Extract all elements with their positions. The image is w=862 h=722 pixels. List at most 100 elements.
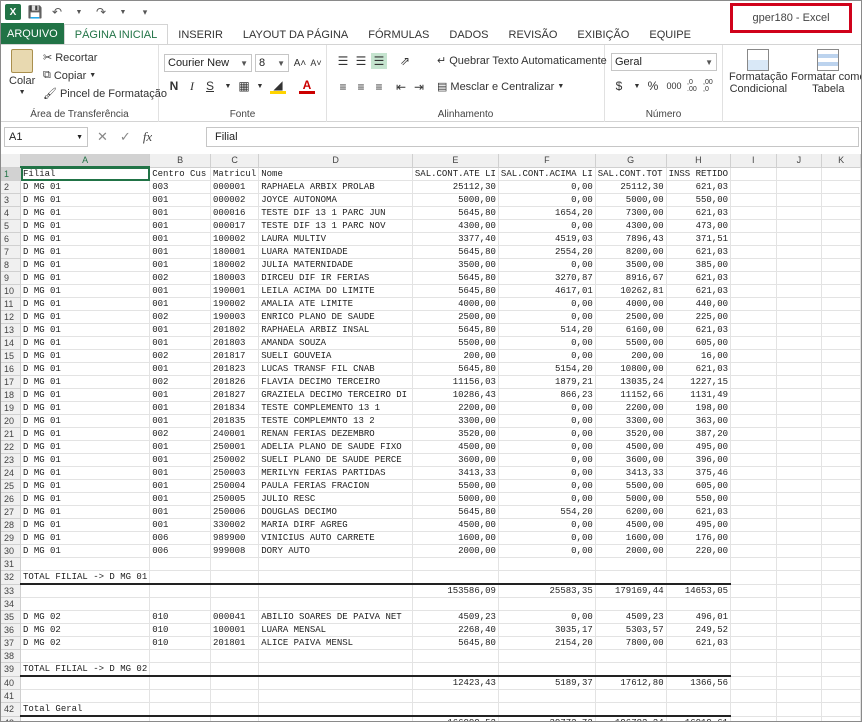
- cell[interactable]: 621,03: [666, 323, 732, 337]
- cell[interactable]: [730, 544, 777, 558]
- cell[interactable]: [821, 531, 861, 545]
- cell[interactable]: [776, 440, 823, 454]
- cell[interactable]: D MG 01: [20, 427, 151, 441]
- cell[interactable]: 002: [149, 271, 212, 285]
- cell[interactable]: 001: [149, 219, 212, 233]
- cell[interactable]: 0,00: [498, 414, 596, 428]
- row-header[interactable]: 35: [1, 610, 22, 624]
- cell[interactable]: [776, 323, 823, 337]
- cell[interactable]: [595, 662, 667, 677]
- cell[interactable]: [776, 570, 823, 585]
- cell[interactable]: D MG 01: [20, 349, 151, 363]
- cell[interactable]: INSS RETIDO: [666, 167, 732, 181]
- cell[interactable]: 4500,00: [412, 440, 499, 454]
- cell[interactable]: 201835: [210, 414, 260, 428]
- cell[interactable]: D MG 01: [20, 258, 151, 272]
- cell[interactable]: 0,00: [498, 336, 596, 350]
- cell[interactable]: 006: [149, 531, 212, 545]
- cell[interactable]: [776, 297, 823, 311]
- align-bottom-icon[interactable]: ☰: [371, 53, 387, 69]
- cell[interactable]: [730, 505, 777, 519]
- cell[interactable]: D MG 01: [20, 531, 151, 545]
- cell[interactable]: 4509,23: [412, 610, 499, 624]
- cell[interactable]: 2500,00: [412, 310, 499, 324]
- cell[interactable]: 001: [149, 518, 212, 532]
- format-painter-button[interactable]: 🖌 Pincel de Formatação: [43, 87, 167, 101]
- cell[interactable]: 14653,05: [666, 583, 732, 598]
- cell[interactable]: Centro Cus: [149, 167, 212, 181]
- cell[interactable]: 13035,24: [595, 375, 667, 389]
- font-family-select[interactable]: Courier New ▼: [164, 54, 252, 72]
- cell[interactable]: 7800,00: [595, 636, 667, 650]
- cell[interactable]: 17612,80: [595, 675, 667, 690]
- insert-function-icon[interactable]: fx: [143, 129, 152, 145]
- cell[interactable]: 201803: [210, 336, 260, 350]
- cell[interactable]: 7896,43: [595, 232, 667, 246]
- cell[interactable]: 5000,00: [595, 492, 667, 506]
- underline-dropdown-icon[interactable]: ▼: [220, 78, 236, 94]
- cell[interactable]: 10286,43: [412, 388, 499, 402]
- cell[interactable]: 5154,20: [498, 362, 596, 376]
- row-header[interactable]: 17: [1, 375, 22, 389]
- cell[interactable]: 5500,00: [412, 336, 499, 350]
- cell[interactable]: [730, 336, 777, 350]
- cell[interactable]: 001: [149, 323, 212, 337]
- cell[interactable]: D MG 01: [20, 323, 151, 337]
- cell[interactable]: [730, 167, 777, 181]
- cell[interactable]: 621,03: [666, 245, 732, 259]
- row-header[interactable]: 34: [1, 597, 22, 611]
- enter-icon[interactable]: ✓: [120, 129, 131, 145]
- cell[interactable]: 11156,03: [412, 375, 499, 389]
- cell[interactable]: [258, 675, 413, 690]
- cell[interactable]: [595, 570, 667, 585]
- cell[interactable]: [821, 662, 861, 677]
- cell[interactable]: [730, 479, 777, 493]
- column-header[interactable]: G: [595, 154, 667, 168]
- cell[interactable]: [210, 675, 260, 690]
- cell[interactable]: 001: [149, 206, 212, 220]
- cell[interactable]: 0,00: [498, 492, 596, 506]
- cell[interactable]: [821, 401, 861, 415]
- row-header[interactable]: 16: [1, 362, 22, 376]
- row-header[interactable]: 40: [1, 676, 22, 690]
- cell[interactable]: 495,00: [666, 440, 732, 454]
- cell[interactable]: [730, 636, 777, 650]
- cell[interactable]: [776, 610, 823, 624]
- cell[interactable]: 330002: [210, 518, 260, 532]
- cell[interactable]: 001: [149, 401, 212, 415]
- cell[interactable]: [210, 597, 260, 611]
- cell[interactable]: [821, 414, 861, 428]
- cell[interactable]: [730, 716, 777, 721]
- cell[interactable]: [258, 715, 413, 721]
- cell[interactable]: [776, 557, 823, 571]
- merge-center-button[interactable]: ▤ Mesclar e Centralizar ▼: [437, 80, 564, 94]
- cell[interactable]: SAL.CONT.TOT: [595, 167, 667, 181]
- cell[interactable]: Total Geral: [20, 702, 151, 717]
- cell[interactable]: [210, 570, 260, 585]
- name-box[interactable]: A1 ▼: [4, 127, 88, 147]
- cell[interactable]: 16,00: [666, 349, 732, 363]
- cell[interactable]: TESTE COMPLEMNTO 13 2: [258, 414, 413, 428]
- undo-dropdown-icon[interactable]: ▼: [71, 4, 87, 20]
- cell[interactable]: [149, 715, 212, 721]
- cell[interactable]: 3300,00: [595, 414, 667, 428]
- row-header[interactable]: 20: [1, 414, 22, 428]
- cell[interactable]: 5645,80: [412, 206, 499, 220]
- cell[interactable]: 002: [149, 427, 212, 441]
- cell[interactable]: 440,00: [666, 297, 732, 311]
- cell[interactable]: 001: [149, 453, 212, 467]
- cell[interactable]: 385,00: [666, 258, 732, 272]
- cell[interactable]: [258, 597, 413, 611]
- column-header[interactable]: J: [776, 154, 823, 168]
- cell[interactable]: [730, 258, 777, 272]
- cell[interactable]: 2154,20: [498, 636, 596, 650]
- cell[interactable]: 3520,00: [595, 427, 667, 441]
- orientation-icon[interactable]: ⇗: [397, 53, 413, 69]
- cell[interactable]: 5500,00: [595, 336, 667, 350]
- cell[interactable]: [730, 245, 777, 259]
- cell[interactable]: RAPHAELA ARBIZ INSAL: [258, 323, 413, 337]
- cell[interactable]: [210, 557, 260, 571]
- cell[interactable]: 001: [149, 466, 212, 480]
- cell[interactable]: [149, 570, 212, 585]
- cancel-icon[interactable]: ✕: [97, 129, 108, 145]
